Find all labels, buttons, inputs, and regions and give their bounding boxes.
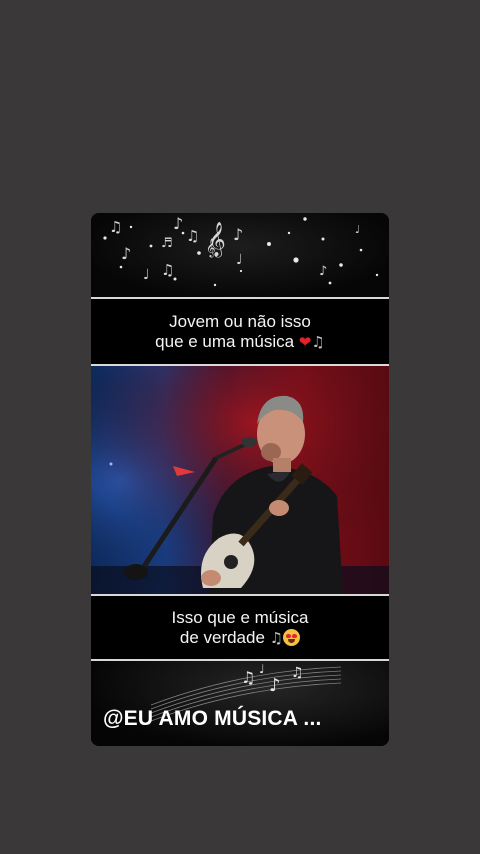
top-caption-line-1: Jovem ou não isso bbox=[169, 312, 311, 331]
svg-text:♩: ♩ bbox=[355, 223, 360, 236]
svg-text:♩: ♩ bbox=[143, 267, 150, 283]
singer-with-guitar-image bbox=[91, 366, 389, 594]
svg-text:♫: ♫ bbox=[186, 227, 199, 245]
top-caption-line-2: que e uma música bbox=[155, 332, 295, 351]
svg-text:♬: ♬ bbox=[161, 236, 173, 251]
svg-text:𝄞: 𝄞 bbox=[208, 222, 226, 258]
svg-text:♫: ♫ bbox=[241, 668, 255, 687]
music-notes-decoration: ♫ ♪ ♩ ♬ ♪ ♫ 𝄞 𝄞 ♪ ♩ ♫ ♪ ♩ bbox=[91, 213, 389, 297]
bottom-caption-line-1: Isso que e música bbox=[171, 607, 309, 627]
heart-eyes-emoji-icon bbox=[283, 628, 301, 646]
music-notes-icon: ♫ bbox=[269, 628, 284, 647]
svg-text:♪: ♪ bbox=[233, 225, 243, 244]
bottom-caption: Isso que e música de verdade ♫ bbox=[91, 596, 389, 659]
svg-text:♩: ♩ bbox=[259, 662, 265, 676]
music-staff-decoration: ♫ ♪ ♫ ♩ bbox=[91, 661, 389, 746]
svg-text:♪: ♪ bbox=[121, 244, 131, 263]
story-card[interactable]: ♫ ♪ ♩ ♬ ♪ ♫ 𝄞 𝄞 ♪ ♩ ♫ ♪ ♩ Jovem ou não i… bbox=[91, 213, 389, 746]
svg-text:♪: ♪ bbox=[319, 264, 327, 279]
svg-text:♪: ♪ bbox=[173, 214, 183, 233]
music-notes-icon: ♫ ♪ ♩ ♬ ♪ ♫ 𝄞 𝄞 ♪ ♩ ♫ ♪ ♩ bbox=[103, 214, 379, 287]
svg-text:♫: ♫ bbox=[161, 261, 174, 279]
heart-icon: ❤ bbox=[298, 333, 312, 351]
svg-text:♩: ♩ bbox=[236, 252, 243, 268]
svg-text:♫: ♫ bbox=[109, 218, 122, 236]
watermark-text: @EU AMO MÚSICA ... bbox=[103, 707, 322, 730]
bottom-caption-line-2: de verdade bbox=[179, 627, 265, 647]
svg-text:♪: ♪ bbox=[269, 675, 281, 696]
concert-photo bbox=[91, 366, 389, 594]
music-notes-icon: ♫ bbox=[311, 333, 325, 351]
svg-text:♫: ♫ bbox=[291, 665, 304, 681]
top-caption: Jovem ou não isso que e uma música ❤♫ bbox=[91, 299, 389, 365]
music-staff-icon: ♫ ♪ ♫ ♩ bbox=[150, 662, 342, 722]
